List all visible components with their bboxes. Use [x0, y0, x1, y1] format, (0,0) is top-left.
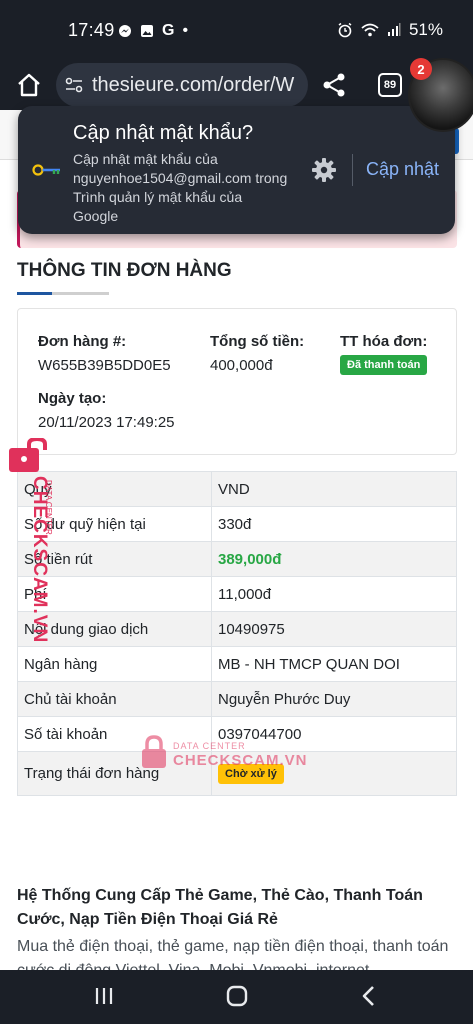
table-row: Nội dung giao dịch 10490975: [17, 611, 457, 647]
status-notification-icons: G •: [118, 22, 188, 40]
messenger-icon: [119, 25, 131, 37]
tab-switcher-button[interactable]: 89: [378, 73, 402, 97]
row-value: Nguyễn Phước Duy: [211, 681, 457, 717]
signal-icon: [387, 23, 401, 36]
watermark-center: DATA CENTER CHECKSCAM.VN: [140, 733, 307, 773]
prompt-title: Cập nhật mật khẩu?: [73, 122, 254, 144]
order-id-label: Đơn hàng #:: [38, 333, 127, 350]
created-label: Ngày tạo:: [38, 390, 107, 407]
row-value: 389,000đ: [211, 541, 457, 577]
status-bar: 17:49 G • 51%: [0, 0, 473, 60]
address-bar[interactable]: thesieure.com/order/W: [56, 63, 308, 107]
status-time: 17:49: [68, 20, 115, 40]
wifi-icon: [361, 23, 379, 37]
notification-dot: •: [182, 22, 189, 39]
notification-badge: 2: [410, 58, 432, 80]
home-nav-icon[interactable]: [225, 984, 249, 1008]
invoice-status-label: TT hóa đơn:: [340, 333, 428, 350]
row-key: Ngân hàng: [17, 646, 212, 682]
created-value: 20/11/2023 17:49:25: [38, 414, 175, 431]
table-row: Ngân hàng MB - NH TMCP QUAN DOI: [17, 646, 457, 682]
prompt-divider: [352, 154, 353, 186]
password-update-prompt: Cập nhật mật khẩu? Cập nhật mật khẩu của…: [18, 106, 455, 234]
watermark-sub: DATA CENTER: [44, 480, 53, 535]
watermark-center-sub: DATA CENTER: [173, 741, 246, 751]
battery-level: 51%: [408, 20, 443, 39]
table-row: Quỹ VND: [17, 471, 457, 507]
footer-heading: Hệ Thống Cung Cấp Thẻ Game, Thẻ Cào, Tha…: [17, 887, 423, 928]
order-summary-card: Đơn hàng #: W655B39B5DD0E5 Tổng số tiền:…: [17, 308, 457, 455]
row-value: 330đ: [211, 506, 457, 542]
order-id-value: W655B39B5DD0E5: [38, 357, 171, 374]
share-icon[interactable]: [320, 71, 348, 99]
row-value: VND: [211, 471, 457, 507]
table-row: Số tiền rút 389,000đ: [17, 541, 457, 577]
total-label: Tổng số tiền:: [210, 333, 305, 350]
site-settings-icon[interactable]: [64, 75, 84, 95]
total-value: 400,000đ: [210, 357, 273, 374]
row-value: 11,000đ: [211, 576, 457, 612]
recents-icon[interactable]: [93, 985, 115, 1007]
table-row: Phí 11,000đ: [17, 576, 457, 612]
image-icon: [141, 25, 153, 37]
row-key: Chủ tài khoản: [17, 681, 212, 717]
key-icon: [32, 164, 60, 176]
footer-text: Mua thẻ điện thoại, thẻ game, nạp tiền đ…: [17, 938, 449, 970]
prompt-description: Cập nhật mật khẩu của nguyenhoe1504@gmai…: [73, 151, 288, 224]
page-title: THÔNG TIN ĐƠN HÀNG: [17, 260, 232, 281]
lock-icon: [142, 735, 166, 768]
row-value: MB - NH TMCP QUAN DOI: [211, 646, 457, 682]
back-icon[interactable]: [360, 984, 376, 1008]
gear-icon[interactable]: [310, 156, 338, 184]
lock-icon: [9, 438, 47, 472]
title-underline-accent: [17, 292, 52, 295]
alarm-icon: [338, 22, 352, 38]
invoice-status-badge: Đã thanh toán: [340, 355, 428, 375]
system-nav-bar: [0, 970, 473, 1024]
update-password-button[interactable]: Cập nhật: [366, 159, 439, 180]
status-right-icons: 51%: [337, 20, 443, 40]
home-icon[interactable]: [14, 70, 44, 100]
url-text: thesieure.com/order/W: [92, 73, 295, 96]
withdraw-amount: 389,000đ: [218, 550, 282, 568]
watermark-center-brand: CHECKSCAM.VN: [173, 752, 308, 769]
row-value: 10490975: [211, 611, 457, 647]
watermark-side: CHECKSCAM.VN DATA CENTER: [4, 438, 53, 643]
table-row: Số dư quỹ hiện tại 330đ: [17, 506, 457, 542]
browser-toolbar: thesieure.com/order/W 89: [0, 60, 473, 110]
google-icon: G: [162, 22, 175, 39]
table-row: Chủ tài khoản Nguyễn Phước Duy: [17, 681, 457, 717]
